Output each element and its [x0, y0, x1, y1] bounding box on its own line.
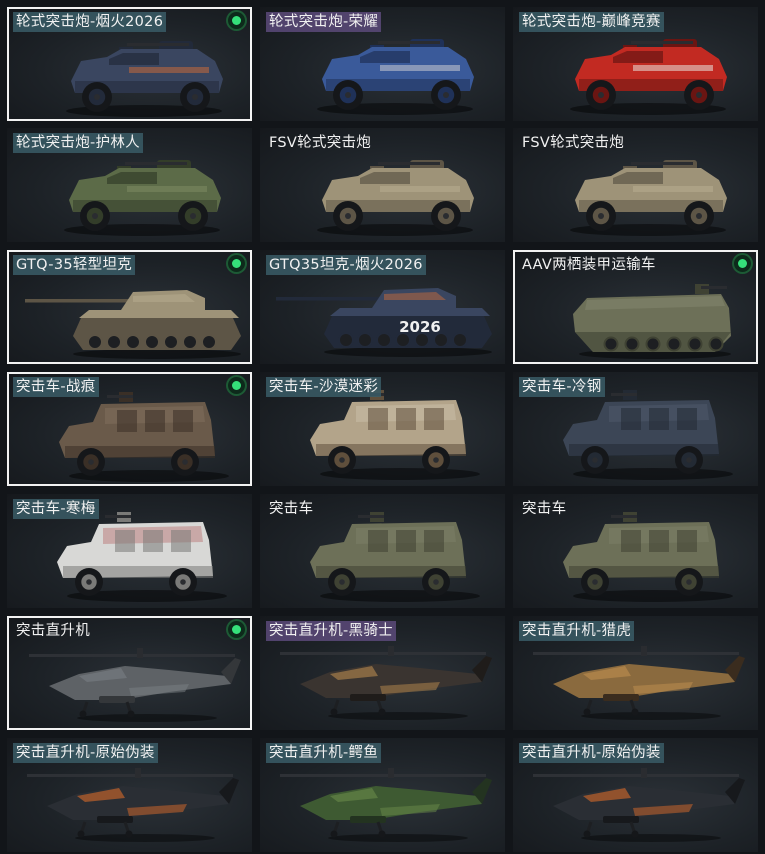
skin-name: 突击直升机-鳄鱼: [266, 743, 382, 763]
skin-card[interactable]: 突击直升机-黑骑士: [260, 616, 505, 730]
skin-card[interactable]: 突击直升机: [7, 616, 252, 730]
equipped-indicator-icon: [734, 255, 751, 272]
skin-card[interactable]: 突击直升机-原始伪装: [7, 738, 252, 852]
skin-name: 轮式突击炮-烟火2026: [13, 12, 167, 32]
skin-card[interactable]: 突击直升机-猎虎: [513, 616, 758, 730]
skin-card[interactable]: 突击直升机-鳄鱼: [260, 738, 505, 852]
skin-name: FSV轮式突击炮: [269, 135, 372, 151]
skin-name: 突击车-战痕: [13, 377, 99, 397]
skin-name: 轮式突击炮-荣耀: [266, 12, 382, 32]
skin-name: 突击车: [269, 501, 314, 517]
equipped-indicator-icon: [228, 621, 245, 638]
skin-name: 突击直升机-原始伪装: [519, 743, 664, 763]
skin-card[interactable]: 2026 GTQ35坦克-烟火2026: [260, 250, 505, 364]
equipped-indicator-icon: [228, 12, 245, 29]
skin-card[interactable]: 突击车: [513, 494, 758, 608]
vehicle-skin-grid: 轮式突击炮-烟火2026 轮式突击炮-荣耀 轮式突击炮-巅峰竞赛 轮式突击炮-护…: [0, 0, 765, 854]
skin-card[interactable]: 轮式突击炮-烟火2026: [7, 7, 252, 121]
skin-card[interactable]: 突击车-寒梅: [7, 494, 252, 608]
equipped-indicator-icon: [228, 377, 245, 394]
skin-name: 突击车-沙漠迷彩: [266, 377, 382, 397]
skin-name: FSV轮式突击炮: [522, 135, 625, 151]
skin-card[interactable]: FSV轮式突击炮: [513, 128, 758, 242]
skin-card[interactable]: 轮式突击炮-护林人: [7, 128, 252, 242]
skin-name: 轮式突击炮-护林人: [13, 133, 143, 153]
skin-card[interactable]: 突击车-沙漠迷彩: [260, 372, 505, 486]
skin-name: 突击车-冷钢: [519, 377, 605, 397]
skin-card[interactable]: 突击车-冷钢: [513, 372, 758, 486]
skin-name: GTQ-35轻型坦克: [13, 255, 136, 275]
svg-text:2026: 2026: [399, 318, 441, 336]
skin-card[interactable]: 突击车-战痕: [7, 372, 252, 486]
skin-name: 突击直升机: [16, 623, 90, 639]
skin-name: 突击直升机-原始伪装: [13, 743, 158, 763]
skin-name: 突击直升机-猎虎: [519, 621, 635, 641]
skin-card[interactable]: FSV轮式突击炮: [260, 128, 505, 242]
skin-card[interactable]: AAV两栖装甲运输车: [513, 250, 758, 364]
skin-card[interactable]: 轮式突击炮-荣耀: [260, 7, 505, 121]
skin-name: 突击直升机-黑骑士: [266, 621, 396, 641]
skin-name: GTQ35坦克-烟火2026: [266, 255, 426, 275]
skin-name: 突击车: [522, 501, 567, 517]
skin-name: 轮式突击炮-巅峰竞赛: [519, 12, 664, 32]
skin-card[interactable]: 突击直升机-原始伪装: [513, 738, 758, 852]
skin-name: AAV两栖装甲运输车: [522, 257, 656, 273]
skin-name: 突击车-寒梅: [13, 499, 99, 519]
skin-card[interactable]: GTQ-35轻型坦克: [7, 250, 252, 364]
equipped-indicator-icon: [228, 255, 245, 272]
skin-card[interactable]: 突击车: [260, 494, 505, 608]
skin-card[interactable]: 轮式突击炮-巅峰竞赛: [513, 7, 758, 121]
